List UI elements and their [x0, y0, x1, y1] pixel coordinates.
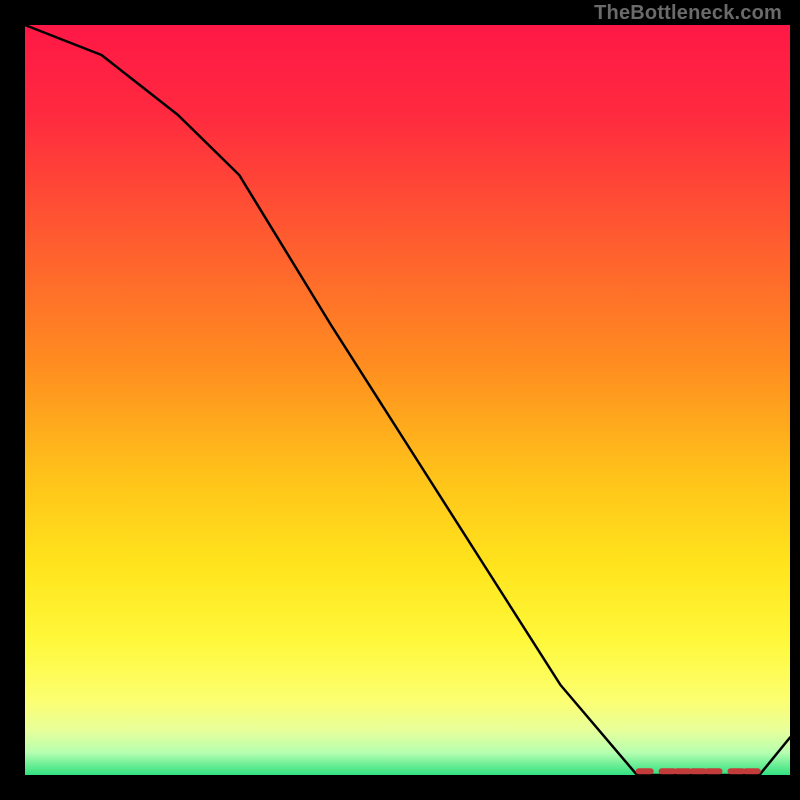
- chart-root: TheBottleneck.com: [0, 0, 800, 800]
- plot-background: [25, 25, 790, 775]
- chart-canvas: [0, 0, 800, 800]
